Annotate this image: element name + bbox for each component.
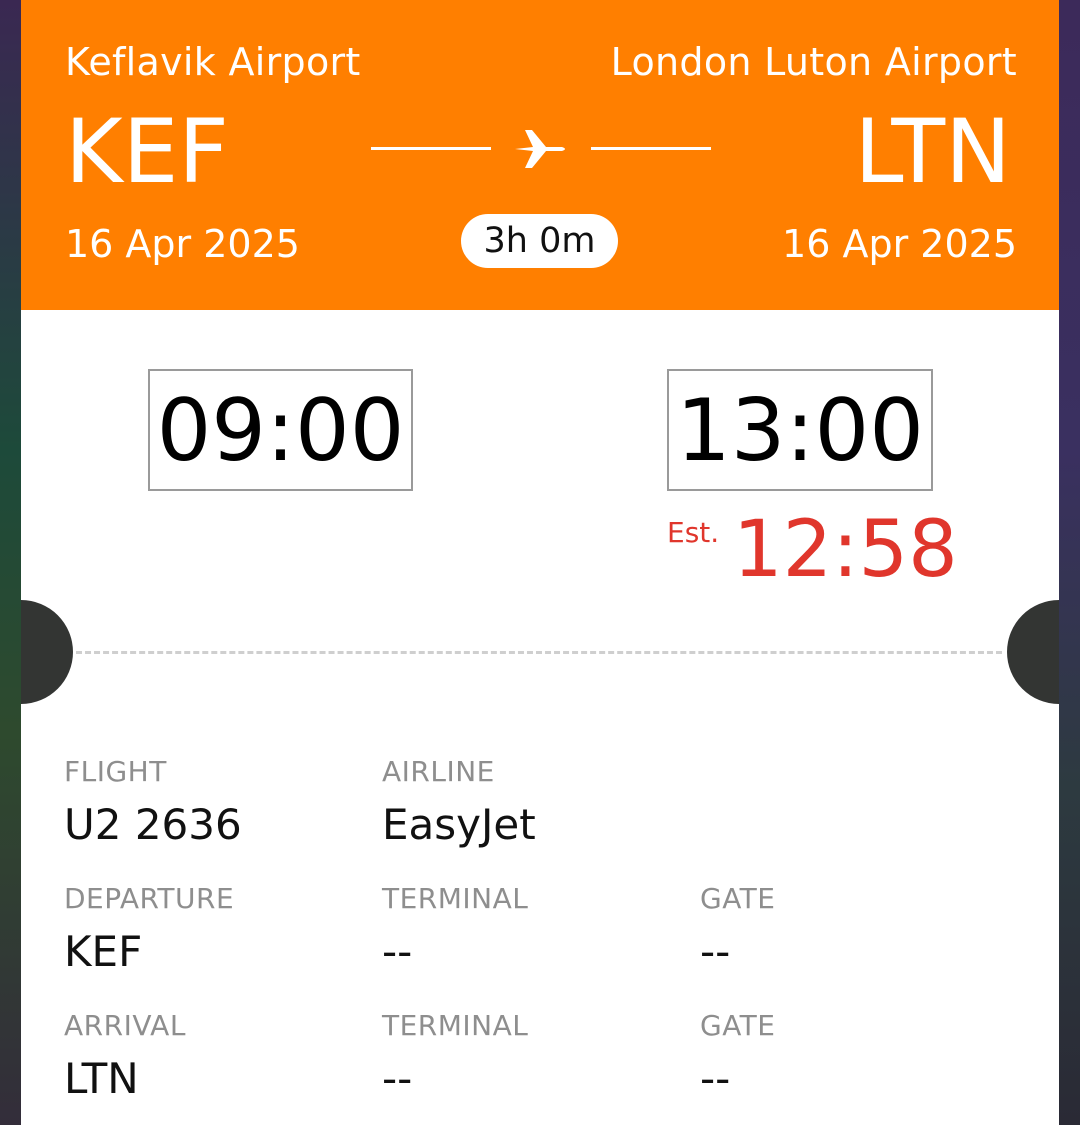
flight-number: U2 2636 — [64, 800, 242, 849]
background-left — [0, 0, 22, 1125]
route-line-right — [591, 147, 711, 150]
departure-gate-label: GATE — [700, 882, 776, 915]
departure-airport-name: Keflavik Airport — [65, 40, 361, 84]
departure-time: 09:00 — [148, 369, 413, 491]
arrival-terminal-value: -- — [382, 1054, 413, 1103]
duration-badge: 3h 0m — [461, 214, 618, 268]
departure-terminal-label: TERMINAL — [382, 882, 529, 915]
arrival-time: 13:00 — [667, 369, 933, 491]
ticket-header: Keflavik Airport London Luton Airport KE… — [21, 0, 1059, 310]
departure-label: DEPARTURE — [64, 882, 235, 915]
airline-name: EasyJet — [382, 800, 536, 849]
arrival-value: LTN — [64, 1054, 139, 1103]
arrival-date: 16 Apr 2025 — [782, 222, 1017, 266]
ticket-notch-left — [21, 600, 73, 704]
arrival-label: ARRIVAL — [64, 1009, 186, 1042]
estimated-arrival-time: 12:58 — [733, 505, 958, 595]
arrival-gate-value: -- — [700, 1054, 731, 1103]
arrival-code: LTN — [854, 100, 1012, 203]
flight-label: FLIGHT — [64, 755, 167, 788]
route-line-left — [371, 147, 491, 150]
departure-terminal-value: -- — [382, 927, 413, 976]
departure-value: KEF — [64, 927, 143, 976]
background-right — [1058, 0, 1080, 1125]
arrival-terminal-label: TERMINAL — [382, 1009, 529, 1042]
departure-code: KEF — [65, 100, 229, 203]
ticket-divider — [76, 651, 1002, 654]
ticket-notch-right — [1007, 600, 1059, 704]
arrival-airport-name: London Luton Airport — [610, 40, 1017, 84]
arrival-gate-label: GATE — [700, 1009, 776, 1042]
departure-date: 16 Apr 2025 — [65, 222, 300, 266]
flight-ticket-card[interactable]: Keflavik Airport London Luton Airport KE… — [21, 0, 1059, 1125]
estimated-label: Est. — [667, 516, 720, 549]
airline-label: AIRLINE — [382, 755, 495, 788]
airplane-icon — [513, 124, 569, 174]
departure-gate-value: -- — [700, 927, 731, 976]
